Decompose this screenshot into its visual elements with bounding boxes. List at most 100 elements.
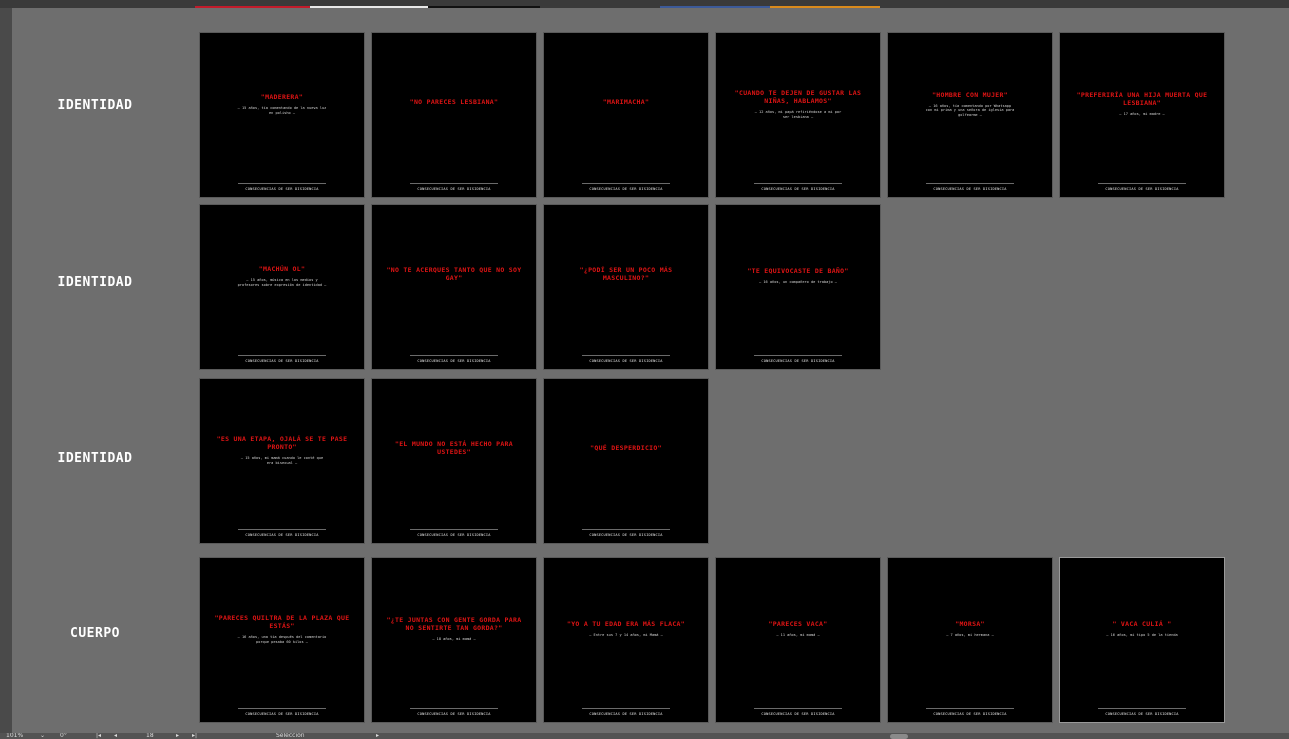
artboard[interactable]: "¿TE JUNTAS CON GENTE GORDA PARA NO SENT… (372, 558, 536, 722)
artboard-quote: "PREFERIRÍA UNA HIJA MUERTA QUE LESBIANA… (1076, 91, 1208, 108)
artboard-footer: CONSECUENCIAS DE SER DISIDENCIA (1105, 712, 1179, 716)
left-panel-edge (0, 8, 12, 733)
footer-divider (238, 529, 326, 530)
previous-artboard-icon[interactable]: ◂ (114, 733, 117, 739)
footer-divider (582, 529, 670, 530)
artboard-quote: "NO TE ACERQUES TANTO QUE NO SOY GAY" (386, 265, 522, 282)
artboard-quote: "NO PARECES LESBIANA" (409, 97, 499, 106)
artboard-caption: — 7 años, mi hermana — (946, 633, 994, 638)
artboard-caption: — 17 años, mi madre — (1119, 112, 1165, 117)
tool-menu-icon[interactable]: ▸ (376, 733, 379, 739)
artboard[interactable]: "PARECES VACA" — 11 años, mi mamá — CONSE… (716, 558, 880, 722)
artboard-quote: "EL MUNDO NO ESTÁ HECHO PARA USTEDES" (395, 439, 513, 456)
artboard[interactable]: "¿PODÍ SER UN POCO MÁS MASCULINO?" CONSE… (544, 205, 708, 369)
artboard-quote: "TE EQUIVOCASTE DE BAÑO" (747, 267, 849, 276)
artboard-quote: "PARECES VACA" (768, 620, 828, 629)
artboard-footer: CONSECUENCIAS DE SER DISIDENCIA (1105, 187, 1179, 191)
artboard-footer: CONSECUENCIAS DE SER DISIDENCIA (761, 359, 835, 363)
artboard[interactable]: "QUÉ DESPERDICIO" CONSECUENCIAS DE SER D… (544, 379, 708, 543)
artboard-quote: "YO A TU EDAD ERA MÁS FLACA" (567, 620, 685, 629)
footer-divider (582, 708, 670, 709)
artboard-quote: "MARIMACHA" (602, 97, 650, 106)
artboard-quote: " VACA CULIÁ " (1112, 620, 1172, 629)
last-artboard-icon[interactable]: ▸| (192, 733, 197, 739)
chevron-down-icon[interactable]: ⌄ (40, 733, 45, 739)
zoom-level[interactable]: 101% (6, 733, 23, 739)
row-label-identidad-3: IDENTIDAD (57, 451, 133, 466)
artboard-quote: "QUÉ DESPERDICIO" (590, 443, 662, 452)
artboard-footer: CONSECUENCIAS DE SER DISIDENCIA (589, 187, 663, 191)
footer-divider (238, 183, 326, 184)
artboard[interactable]: "MARIMACHA" CONSECUENCIAS DE SER DISIDEN… (544, 33, 708, 197)
artboard[interactable]: "TE EQUIVOCASTE DE BAÑO" — 16 años, un co… (716, 205, 880, 369)
next-artboard-icon[interactable]: ▸ (176, 733, 179, 739)
artboard-footer: CONSECUENCIAS DE SER DISIDENCIA (933, 187, 1007, 191)
artboard-caption: — 11 años, mi mamá — (776, 633, 820, 638)
artboard[interactable]: "YO A TU EDAD ERA MÁS FLACA" — Entre sus … (544, 558, 708, 722)
artboard-quote: "MACHÚN OL" (258, 264, 306, 273)
horizontal-scrollbar-thumb[interactable] (890, 734, 908, 739)
row-label-identidad-2: IDENTIDAD (57, 275, 133, 290)
pasteboard[interactable]: IDENTIDAD "MADERERA" — 15 años, tía comen… (0, 0, 1289, 739)
strip-accent-white (310, 6, 428, 8)
artboard-footer: CONSECUENCIAS DE SER DISIDENCIA (417, 533, 491, 537)
artboard[interactable]: "ES UNA ETAPA, OJALÁ SE TE PASE PRONTO" —… (200, 379, 364, 543)
footer-divider (582, 355, 670, 356)
artboard-caption: — Entre sus 7 y 14 años, mi Mamá — (589, 633, 663, 638)
artboard[interactable]: "MADERERA" — 15 años, tía comentando de l… (200, 33, 364, 197)
artboard-quote: "MORSA" (955, 620, 985, 629)
artboard[interactable]: "PARECES QUILTRA DE LA PLAZA QUE ESTÁS" —… (200, 558, 364, 722)
footer-divider (410, 529, 498, 530)
artboard-number[interactable]: 18 (146, 733, 154, 739)
artboard-active[interactable]: " VACA CULIÁ " — 16 años, mi tipo 5 de la… (1060, 558, 1224, 722)
footer-divider (754, 355, 842, 356)
footer-divider (410, 708, 498, 709)
artboard[interactable]: "EL MUNDO NO ESTÁ HECHO PARA USTEDES" CO… (372, 379, 536, 543)
artboard-quote: "MADERERA" (260, 92, 304, 101)
artboard-quote: "ES UNA ETAPA, OJALÁ SE TE PASE PRONTO" (216, 434, 348, 451)
artboard[interactable]: "PREFERIRÍA UNA HIJA MUERTA QUE LESBIANA… (1060, 33, 1224, 197)
artboard-caption: — 16 años, tía comentando por Whatsapp c… (925, 103, 1015, 117)
footer-divider (410, 355, 498, 356)
artboard[interactable]: "CUANDO TE DEJEN DE GUSTAR LAS NIÑAS, HA… (716, 33, 880, 197)
footer-divider (754, 183, 842, 184)
footer-divider (754, 708, 842, 709)
footer-divider (238, 355, 326, 356)
artboard-footer: CONSECUENCIAS DE SER DISIDENCIA (417, 187, 491, 191)
artboard-quote: "HOMBRE CON MUJER" (932, 90, 1008, 99)
footer-divider (582, 183, 670, 184)
first-artboard-icon[interactable]: |◂ (96, 733, 101, 739)
artboard-footer: CONSECUENCIAS DE SER DISIDENCIA (589, 533, 663, 537)
artboard[interactable]: "HOMBRE CON MUJER" — 16 años, tía comenta… (888, 33, 1052, 197)
artboard-caption: — 16 años, una tía después del comentari… (237, 634, 327, 644)
footer-divider (926, 183, 1014, 184)
artboard[interactable]: "MORSA" — 7 años, mi hermana — CONSECUENC… (888, 558, 1052, 722)
artboard[interactable]: "NO PARECES LESBIANA" CONSECUENCIAS DE S… (372, 33, 536, 197)
artboard-quote: "¿PODÍ SER UN POCO MÁS MASCULINO?" (579, 265, 673, 282)
artboard-caption: — 15 años, tía comentando de la nueva lu… (237, 105, 327, 115)
rotation-value[interactable]: 0° (60, 733, 67, 739)
artboard-footer: CONSECUENCIAS DE SER DISIDENCIA (245, 712, 319, 716)
footer-divider (926, 708, 1014, 709)
artboard-caption: — 12 años, mi papá refiriéndose a mi por… (754, 109, 842, 119)
artboard-quote: "PARECES QUILTRA DE LA PLAZA QUE ESTÁS" (214, 613, 350, 630)
strip-accent-blue (660, 6, 770, 8)
footer-divider (410, 183, 498, 184)
artboard-footer: CONSECUENCIAS DE SER DISIDENCIA (933, 712, 1007, 716)
artboard-footer: CONSECUENCIAS DE SER DISIDENCIA (761, 187, 835, 191)
artboard-caption: — 15 años, música en los medios y profes… (237, 277, 327, 287)
artboard-quote: "CUANDO TE DEJEN DE GUSTAR LAS NIÑAS, HA… (734, 88, 862, 105)
artboard-footer: CONSECUENCIAS DE SER DISIDENCIA (245, 359, 319, 363)
artboard[interactable]: "MACHÚN OL" — 15 años, música en los medi… (200, 205, 364, 369)
artboard-footer: CONSECUENCIAS DE SER DISIDENCIA (589, 712, 663, 716)
artboard-quote: "¿TE JUNTAS CON GENTE GORDA PARA NO SENT… (386, 616, 522, 633)
artboard-footer: CONSECUENCIAS DE SER DISIDENCIA (417, 712, 491, 716)
status-bar: 101% ⌄ 0° |◂ ◂ 18 ▸ ▸| Selección ▸ (0, 733, 1289, 739)
strip-accent-red (195, 6, 310, 8)
artboard[interactable]: "NO TE ACERQUES TANTO QUE NO SOY GAY" CO… (372, 205, 536, 369)
current-tool: Selección (276, 733, 305, 739)
footer-divider (1098, 183, 1186, 184)
artboard-footer: CONSECUENCIAS DE SER DISIDENCIA (761, 712, 835, 716)
footer-divider (1098, 708, 1186, 709)
artboard-caption: — 16 años, un compañero de trabajo — (759, 280, 837, 285)
